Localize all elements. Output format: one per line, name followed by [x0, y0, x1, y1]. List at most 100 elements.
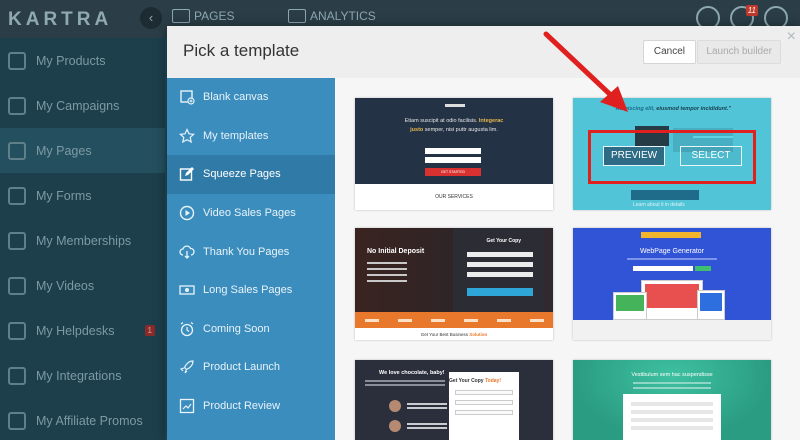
cancel-button[interactable]: Cancel — [642, 40, 696, 64]
template-grid: Etiam suscipit at odio facilisis. Intege… — [335, 78, 800, 440]
category-product-launch[interactable]: Product Launch — [167, 348, 335, 387]
template-input — [631, 402, 713, 406]
form-title-text: Get Your Copy — [449, 378, 484, 384]
tab-analytics[interactable]: ANALYTICS — [288, 9, 376, 23]
sidebar-item-helpdesks[interactable]: My Helpdesks 1 — [0, 308, 165, 353]
template-input — [425, 148, 481, 154]
template-button — [467, 288, 533, 296]
category-squeeze-pages[interactable]: Squeeze Pages — [167, 155, 335, 194]
category-label: Coming Soon — [203, 322, 270, 335]
affiliate-icon — [8, 411, 26, 430]
template-card[interactable]: We love chocolate, baby! Get Your Copy T… — [355, 360, 553, 440]
tab-pages-label: PAGES — [194, 9, 235, 23]
category-long-sales-pages[interactable]: Long Sales Pages — [167, 271, 335, 310]
category-thank-you-pages[interactable]: Thank You Pages — [167, 232, 335, 271]
sidebar-item-videos[interactable]: My Videos — [0, 263, 165, 308]
category-label: Squeeze Pages — [203, 168, 281, 181]
app-logo[interactable]: KARTRA — [8, 9, 112, 31]
highlight-box — [588, 130, 756, 184]
modal-header: Pick a template Cancel Launch builder — [167, 26, 800, 78]
chart-icon — [179, 398, 195, 414]
template-logo — [445, 104, 465, 107]
sidebar-item-label: My Products — [36, 53, 106, 68]
app-sidebar: My Products My Campaigns My Pages My For… — [0, 38, 165, 440]
edit-icon — [179, 166, 195, 182]
template-line — [365, 384, 445, 386]
template-preview: Etiam suscipit at odio facilisis. Intege… — [355, 98, 553, 184]
notification-badge: 11 — [745, 5, 758, 16]
sidebar-item-affiliate-promos[interactable]: My Affiliate Promos — [0, 398, 165, 440]
template-screen — [645, 284, 699, 308]
launch-builder-button[interactable]: Launch builder — [697, 40, 781, 64]
template-headline: "Adipiscing elit, eiusmod tempor incidid… — [573, 98, 771, 112]
template-line — [367, 262, 407, 264]
template-form-title: Get Your Copy — [486, 238, 521, 244]
template-input — [455, 400, 513, 405]
category-label: My templates — [203, 129, 269, 142]
sidebar-item-label: My Memberships — [36, 233, 132, 248]
template-card[interactable]: Vestibulum sem hac suspendisse — [573, 360, 771, 440]
template-title: WebPage Generator — [639, 248, 705, 255]
template-title: We love chocolate, baby! — [379, 370, 445, 376]
template-button — [631, 190, 699, 200]
sidebar-item-products[interactable]: My Products — [0, 38, 165, 83]
category-label: Video Sales Pages — [203, 207, 296, 220]
template-input — [631, 410, 713, 414]
category-video-sales-pages[interactable]: Video Sales Pages — [167, 194, 335, 233]
sidebar-item-integrations[interactable]: My Integrations — [0, 353, 165, 398]
template-form-title: Get Your Copy Today! — [449, 378, 501, 384]
headline-highlight-2: justo — [410, 127, 424, 133]
template-card[interactable]: Etiam suscipit at odio facilisis. Intege… — [355, 98, 553, 210]
tab-analytics-label: ANALYTICS — [310, 9, 376, 23]
sidebar-item-forms[interactable]: My Forms — [0, 173, 165, 218]
template-card[interactable]: No Initial Deposit Get Your Copy Get You… — [355, 228, 553, 340]
category-product-review[interactable]: Product Review — [167, 387, 335, 426]
collapse-sidebar-icon[interactable]: ‹ — [140, 7, 162, 29]
category-blank-canvas[interactable]: Blank canvas — [167, 78, 335, 117]
headline-highlight: Integerac — [478, 118, 504, 124]
template-screen — [616, 295, 644, 311]
alarm-clock-icon — [179, 321, 195, 337]
footer-highlight: Solution — [469, 332, 488, 337]
template-card[interactable]: WebPage Generator — [573, 228, 771, 340]
template-title: No Initial Deposit — [367, 248, 425, 255]
sidebar-item-campaigns[interactable]: My Campaigns — [0, 83, 165, 128]
template-input — [455, 390, 513, 395]
sidebar-item-label: My Helpdesks — [36, 323, 115, 338]
integrations-icon — [8, 366, 26, 385]
form-title-highlight: Today! — [484, 378, 501, 384]
modal-title: Pick a template — [183, 41, 300, 60]
template-input — [467, 272, 533, 277]
forms-icon — [8, 186, 26, 205]
footer-text: Get Your Best Business — [420, 332, 468, 337]
template-line — [633, 387, 711, 389]
headline-text: eiusmod tempor incididunt." — [656, 106, 731, 112]
category-coming-soon[interactable]: Coming Soon — [167, 310, 335, 349]
template-cta-text: Learn about it in details — [633, 202, 685, 208]
template-input — [631, 426, 713, 430]
template-input — [467, 252, 533, 257]
template-line — [407, 407, 447, 409]
cloud-download-icon — [179, 244, 195, 260]
sidebar-item-memberships[interactable]: My Memberships — [0, 218, 165, 263]
template-headline: Etiam suscipit at odio facilisis. Intege… — [355, 118, 553, 124]
template-line — [627, 258, 717, 260]
sidebar-item-label: My Pages — [36, 143, 92, 158]
template-card-hovered[interactable]: "Adipiscing elit, eiusmod tempor incidid… — [573, 98, 771, 210]
template-line — [367, 274, 407, 276]
template-line — [407, 423, 447, 425]
star-icon — [179, 127, 195, 144]
tab-pages[interactable]: PAGES — [172, 9, 234, 23]
template-input — [631, 418, 713, 422]
pages-icon — [8, 141, 26, 160]
close-icon[interactable]: × — [787, 28, 796, 46]
headline-highlight: "Adipiscing elit, — [613, 106, 655, 112]
template-line — [367, 280, 407, 282]
template-title: Vestibulum sem hac suspendisse — [631, 372, 713, 378]
sidebar-item-pages[interactable]: My Pages — [0, 128, 165, 173]
category-my-templates[interactable]: My templates — [167, 117, 335, 156]
headline-text: Etiam suscipit at odio facilisis. — [404, 118, 478, 124]
template-preview: No Initial Deposit Get Your Copy — [355, 228, 553, 312]
template-input — [633, 266, 693, 271]
category-label: Product Review — [203, 400, 281, 413]
